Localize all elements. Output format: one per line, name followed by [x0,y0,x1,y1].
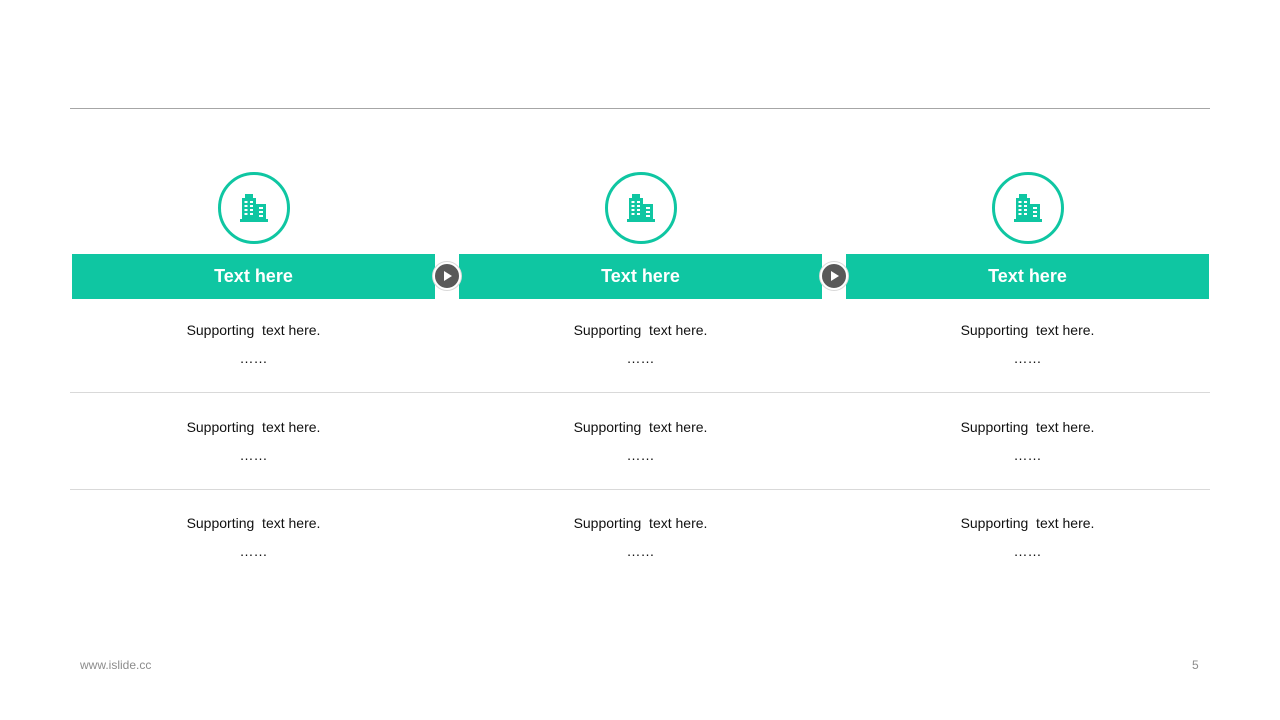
supporting-text: Supporting text here. [573,322,708,338]
ellipsis: …… [626,447,655,463]
supporting-text-cell: Supporting text here. …… [72,316,435,372]
building-icon [992,172,1064,244]
supporting-text: Supporting text here. [960,515,1095,531]
supporting-text-cell: Supporting text here. …… [846,509,1209,565]
row-divider [70,489,1210,490]
footer-url: www.islide.cc [80,658,152,672]
supporting-text-cell: Supporting text here. …… [459,413,822,469]
supporting-text: Supporting text here. [960,322,1095,338]
supporting-text-cell: Supporting text here. …… [72,413,435,469]
ellipsis: …… [239,350,268,366]
top-divider [70,108,1210,109]
play-arrow-icon [820,262,848,290]
row-divider [70,392,1210,393]
supporting-text: Supporting text here. [186,322,321,338]
supporting-text-cell: Supporting text here. …… [459,509,822,565]
ellipsis: …… [626,350,655,366]
ellipsis: …… [1013,447,1042,463]
play-arrow-icon [433,262,461,290]
building-icon [605,172,677,244]
supporting-text-cell: Supporting text here. …… [846,413,1209,469]
supporting-text-cell: Supporting text here. …… [846,316,1209,372]
supporting-text-cell: Supporting text here. …… [459,316,822,372]
supporting-text: Supporting text here. [573,515,708,531]
ellipsis: …… [1013,543,1042,559]
ellipsis: …… [239,543,268,559]
building-icon [218,172,290,244]
page-number: 5 [1192,658,1199,672]
column-header: Text here [72,254,435,299]
column-header: Text here [459,254,822,299]
supporting-text: Supporting text here. [573,419,708,435]
ellipsis: …… [239,447,268,463]
supporting-text: Supporting text here. [186,419,321,435]
ellipsis: …… [626,543,655,559]
supporting-text: Supporting text here. [186,515,321,531]
column-header: Text here [846,254,1209,299]
ellipsis: …… [1013,350,1042,366]
supporting-text-cell: Supporting text here. …… [72,509,435,565]
supporting-text: Supporting text here. [960,419,1095,435]
